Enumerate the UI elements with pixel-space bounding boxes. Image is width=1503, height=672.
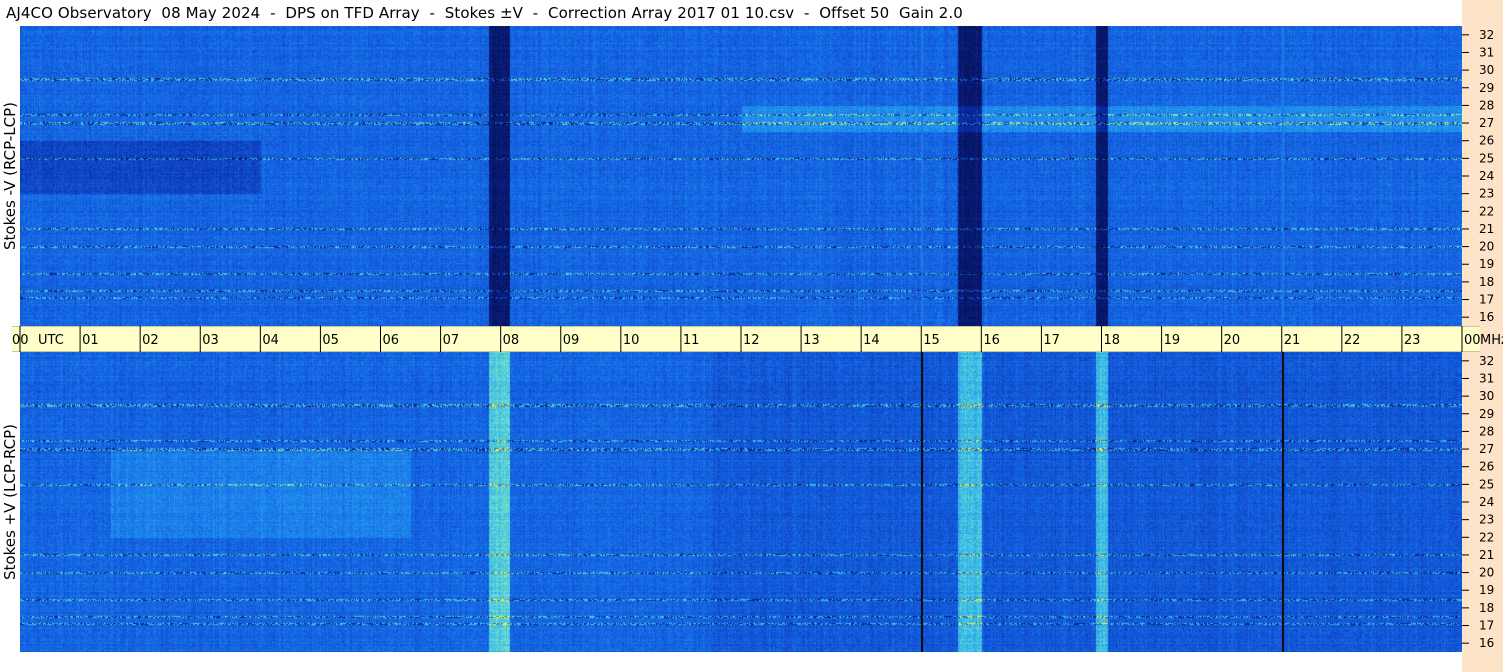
freq-tick-label: 31 [1479,371,1494,385]
freq-tick-label: 21 [1479,222,1494,236]
time-tick-label: 03 [202,333,219,348]
time-tick-label: 05 [322,333,339,348]
freq-tick-label: 28 [1479,424,1494,438]
freq-tick-label: 24 [1479,169,1494,183]
time-tick-label: 00 [12,333,29,348]
freq-tick-label: 17 [1479,619,1494,633]
time-tick-label: 21 [1284,333,1301,348]
time-tick-label: 20 [1224,333,1241,348]
freq-tick-label: 30 [1479,63,1494,77]
freq-tick-label: 26 [1479,134,1494,148]
mhz-unit-label: MHz [1480,333,1503,348]
freq-tick-label: 18 [1479,601,1494,615]
freq-tick-label: 30 [1479,389,1494,403]
time-tick-label: 11 [683,333,700,348]
time-tick-label: 19 [1164,333,1181,348]
freq-tick-label: 17 [1479,293,1494,307]
freq-tick-label: 23 [1479,513,1494,527]
freq-tick-label: 20 [1479,240,1494,254]
top-panel-ylabel-text: Stokes -V (RCP-LCP) [1,102,19,250]
freq-tick-label: 22 [1479,204,1494,218]
freq-tick-label: 27 [1479,116,1494,130]
time-tick-label: 10 [623,333,640,348]
time-tick-label: 04 [262,333,279,348]
freq-tick-label: 19 [1479,257,1494,271]
freq-tick-label: 31 [1479,45,1494,59]
time-tick-label: 01 [82,333,99,348]
freq-tick-label: 25 [1479,477,1494,491]
freq-tick-label: 24 [1479,495,1494,509]
freq-tick-label: 20 [1479,566,1494,580]
time-tick-label: 23 [1404,333,1421,348]
freq-tick-label: 16 [1479,636,1494,650]
time-tick-label: 22 [1344,333,1361,348]
time-tick-label: 08 [503,333,520,348]
time-tick-label: 07 [443,333,460,348]
freq-tick-label: 18 [1479,275,1494,289]
freq-tick-label: 21 [1479,548,1494,562]
utc-label: UTC [38,333,64,348]
freq-tick-label: 27 [1479,442,1494,456]
time-tick-label: 14 [863,333,880,348]
top-panel-ylabel: Stokes -V (RCP-LCP) [0,26,20,326]
freq-tick-label: 22 [1479,530,1494,544]
time-tick-label: 12 [743,333,760,348]
freq-tick-label: 23 [1479,187,1494,201]
bottom-panel-ylabel: Stokes +V (LCP-RCP) [0,352,20,652]
time-tick-label: 00 [1464,333,1481,348]
freq-tick-label: 25 [1479,151,1494,165]
freq-tick-label: 28 [1479,98,1494,112]
bottom-panel-ylabel-text: Stokes +V (LCP-RCP) [1,424,19,580]
spectrogram-stokes-minus-v [20,26,1462,326]
freq-tick-label: 16 [1479,310,1494,324]
spectrogram-stokes-plus-v [20,352,1462,652]
time-axis-labels: 00 01 02 03 04 05 06 07 08 09 10 11 12 13 14 15 16 17 18 19… [12,326,1503,352]
freq-tick-label: 29 [1479,81,1494,95]
freq-tick-label: 26 [1479,460,1494,474]
time-tick-label: 16 [983,333,1000,348]
time-tick-label: 02 [142,333,159,348]
time-tick-label: 13 [803,333,820,348]
time-tick-label: 17 [1043,333,1060,348]
time-tick-label: 09 [563,333,580,348]
time-tick-label: 18 [1104,333,1121,348]
chart-title: AJ4CO Observatory 08 May 2024 - DPS on T… [6,4,963,22]
time-tick-label: 06 [383,333,400,348]
freq-tick-label: 32 [1479,354,1494,368]
time-tick-label: 15 [923,333,940,348]
freq-tick-label: 29 [1479,407,1494,421]
freq-tick-label: 32 [1479,28,1494,42]
freq-tick-label: 19 [1479,583,1494,597]
